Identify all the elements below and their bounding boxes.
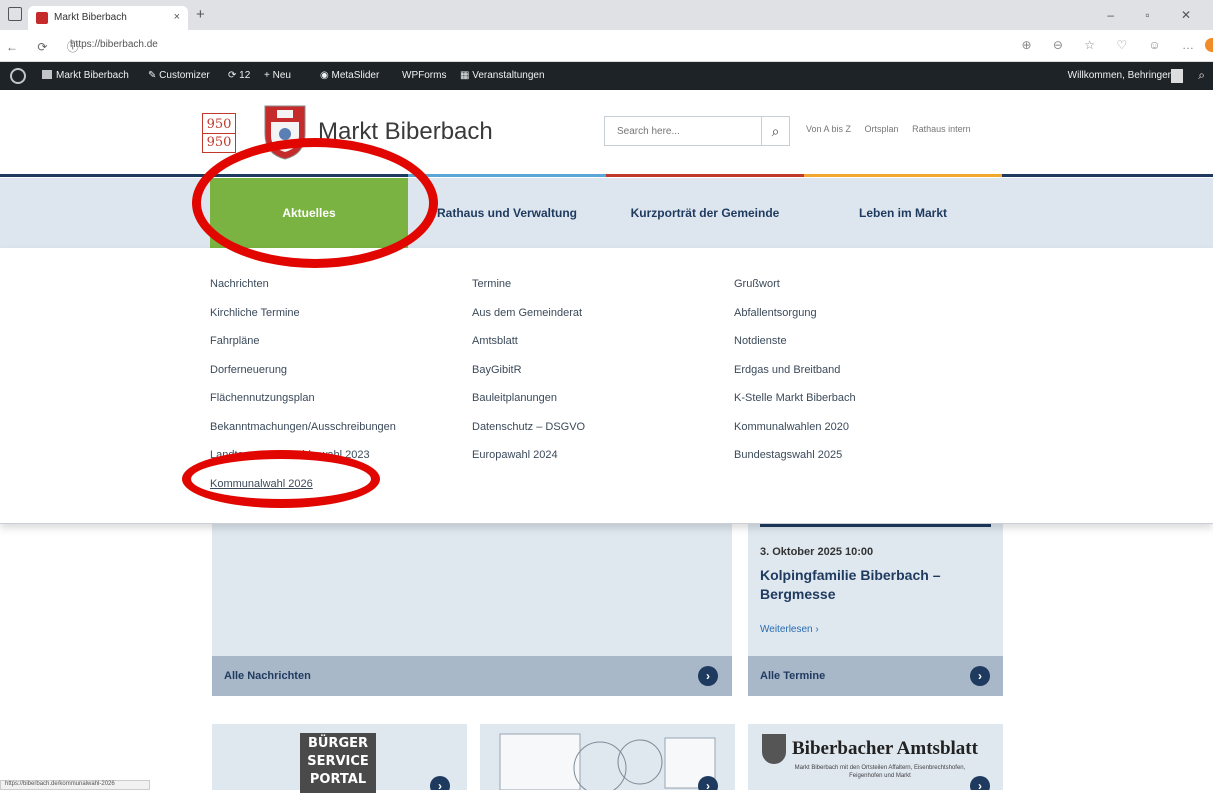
menu-link-kommunalwahlen-2020[interactable]: Kommunalwahlen 2020 (734, 421, 856, 450)
amtsblatt-title: Biberbacher Amtsblatt (792, 738, 978, 759)
nav-tab-kurzportraet[interactable]: Kurzporträt der Gemeinde (606, 178, 804, 248)
updates-icon: ⟳ (228, 70, 240, 81)
site-favicon-icon (36, 12, 48, 24)
admin-search-icon[interactable]: ⌕ (1198, 68, 1205, 83)
status-bar-url: https://biberbach.de/kommunalwahl-2026 (0, 780, 150, 790)
stripe-segment (408, 174, 606, 177)
wp-admin-bar: Markt Biberbach ✎ Customizer ⟳ 12 + Neu … (0, 62, 1213, 90)
calendar-icon: ▦ (460, 70, 473, 81)
menu-link-fahrplaene[interactable]: Fahrpläne (210, 335, 396, 364)
menu-link-baygibitr[interactable]: BayGibitR (472, 364, 585, 393)
all-events-label: Alle Termine (760, 670, 826, 682)
menu-link-datenschutz[interactable]: Datenschutz – DSGVO (472, 421, 585, 450)
avatar[interactable] (1171, 69, 1183, 83)
menu-link-k-stelle[interactable]: K-Stelle Markt Biberbach (734, 392, 856, 421)
search-box: ⌕ (604, 116, 790, 146)
news-panel (212, 524, 732, 656)
menu-link-bundestagswahl-2025[interactable]: Bundestagswahl 2025 (734, 449, 856, 478)
menu-link-gemeinderat[interactable]: Aus dem Gemeinderat (472, 307, 585, 336)
brush-icon: ✎ (148, 70, 160, 81)
browser-toolbar-icons[interactable]: ⊕ ⊖ ☆ ♡ ☺ … (1021, 38, 1203, 52)
stripe-segment (804, 174, 1002, 177)
admin-customizer-link[interactable]: ✎ Customizer (148, 70, 210, 81)
menu-link-nachrichten[interactable]: Nachrichten (210, 278, 396, 307)
nav-tab-aktuelles[interactable]: Aktuelles (210, 178, 408, 248)
admin-site-link[interactable]: Markt Biberbach (42, 70, 129, 81)
browser-tab-title: Markt Biberbach (54, 12, 127, 23)
menu-link-dorferneuerung[interactable]: Dorferneuerung (210, 364, 396, 393)
menu-link-notdienste[interactable]: Notdienste (734, 335, 856, 364)
url-field[interactable]: https://biberbach.de (70, 39, 158, 50)
stripe-segment (0, 174, 408, 177)
chevron-right-icon[interactable]: › (970, 666, 990, 686)
mega-menu-column-1: Nachrichten Kirchliche Termine Fahrpläne… (210, 278, 396, 506)
chevron-right-icon[interactable]: › (698, 776, 718, 790)
menu-link-bekanntmachungen[interactable]: Bekanntmachungen/Ausschreibungen (210, 421, 396, 450)
browser-extension-icon[interactable] (1205, 38, 1213, 52)
all-events-link[interactable]: Alle Termine › (748, 656, 1003, 696)
quick-links: Von A bis Z Ortsplan Rathaus intern (806, 124, 982, 134)
mega-menu: Nachrichten Kirchliche Termine Fahrpläne… (0, 248, 1213, 524)
admin-metaslider-link[interactable]: ◉ MetaSlider (320, 70, 379, 81)
address-bar: ← ⟳ ⓘ https://biberbach.de ⊕ ⊖ ☆ ♡ ☺ … (0, 30, 1213, 62)
quick-link-a-z[interactable]: Von A bis Z (806, 124, 851, 134)
site-name[interactable]: Markt Biberbach (318, 118, 493, 146)
dashboard-icon (42, 70, 52, 79)
admin-new-link[interactable]: + Neu (264, 70, 291, 81)
menu-link-europawahl-2024[interactable]: Europawahl 2024 (472, 449, 585, 478)
chevron-right-icon[interactable]: › (698, 666, 718, 686)
event-read-more-link[interactable]: Weiterlesen › (760, 624, 819, 635)
menu-link-landtagswahl-2023[interactable]: Landtags- und Bezirkswahl 2023 (210, 449, 396, 478)
search-icon[interactable]: ⌕ (761, 117, 789, 145)
quick-link-rathaus-intern[interactable]: Rathaus intern (912, 124, 971, 134)
mega-menu-column-3: Grußwort Abfallentsorgung Notdienste Erd… (734, 278, 856, 478)
menu-link-amtsblatt[interactable]: Amtsblatt (472, 335, 585, 364)
tab-actions-icon[interactable] (8, 7, 22, 21)
anniversary-logo[interactable]: 950 950 (202, 113, 236, 153)
plus-icon: + (264, 70, 273, 81)
browser-tab-strip: Markt Biberbach × + – ▫ ✕ (0, 0, 1213, 30)
new-tab-button[interactable]: + (196, 6, 205, 23)
nav-tab-rathaus[interactable]: Rathaus und Verwaltung (408, 178, 606, 248)
people-illustration-icon (499, 733, 716, 790)
quick-link-ortsplan[interactable]: Ortsplan (865, 124, 899, 134)
all-news-label: Alle Nachrichten (224, 670, 311, 682)
metaslider-icon: ◉ (320, 70, 332, 81)
event-date: 3. Oktober 2025 10:00 (760, 546, 874, 558)
event-card: 3. Oktober 2025 10:00 Kolpingfamilie Bib… (748, 524, 1003, 656)
window-controls[interactable]: – ▫ ✕ (1107, 8, 1205, 22)
menu-link-abfallentsorgung[interactable]: Abfallentsorgung (734, 307, 856, 336)
main-navigation: Aktuelles Rathaus und Verwaltung Kurzpor… (0, 178, 1213, 248)
admin-welcome[interactable]: Willkommen, Behringer (1068, 70, 1171, 81)
admin-updates-link[interactable]: ⟳ 12 (228, 70, 250, 81)
admin-events-link[interactable]: ▦ Veranstaltungen (460, 70, 545, 81)
stripe-segment (1002, 174, 1213, 177)
all-news-link[interactable]: Alle Nachrichten › (212, 656, 732, 696)
mega-menu-column-2: Termine Aus dem Gemeinderat Amtsblatt Ba… (472, 278, 585, 478)
menu-link-erdgas-breitband[interactable]: Erdgas und Breitband (734, 364, 856, 393)
wordpress-logo-icon[interactable] (10, 68, 26, 84)
event-card-divider (760, 524, 991, 527)
coat-of-arms-icon[interactable] (263, 104, 307, 160)
menu-link-bauleitplanungen[interactable]: Bauleitplanungen (472, 392, 585, 421)
menu-link-kirchliche-termine[interactable]: Kirchliche Termine (210, 307, 396, 336)
menu-link-flaechennutzungsplan[interactable]: Flächennutzungsplan (210, 392, 396, 421)
menu-link-termine[interactable]: Termine (472, 278, 585, 307)
amtsblatt-subtitle: Markt Biberbach mit den Ortsteilen Affal… (794, 765, 966, 779)
browser-tab[interactable]: Markt Biberbach × (28, 6, 188, 30)
chevron-right-icon[interactable]: › (430, 776, 450, 790)
buergerservice-portal-logo: BÜRGER SERVICE PORTAL (300, 733, 376, 793)
event-title[interactable]: Kolpingfamilie Biberbach – Bergmesse (760, 566, 990, 604)
nav-tab-leben[interactable]: Leben im Markt (804, 178, 1002, 248)
close-tab-icon[interactable]: × (174, 11, 180, 23)
menu-link-grusswort[interactable]: Grußwort (734, 278, 856, 307)
amtsblatt-crest-icon (762, 734, 786, 764)
search-input[interactable] (605, 117, 762, 145)
admin-wpforms-link[interactable]: WPForms (402, 70, 446, 81)
illustration-tile[interactable]: › (480, 724, 735, 790)
menu-link-kommunalwahl-2026[interactable]: Kommunalwahl 2026 (210, 478, 396, 507)
stripe-segment (606, 174, 804, 177)
